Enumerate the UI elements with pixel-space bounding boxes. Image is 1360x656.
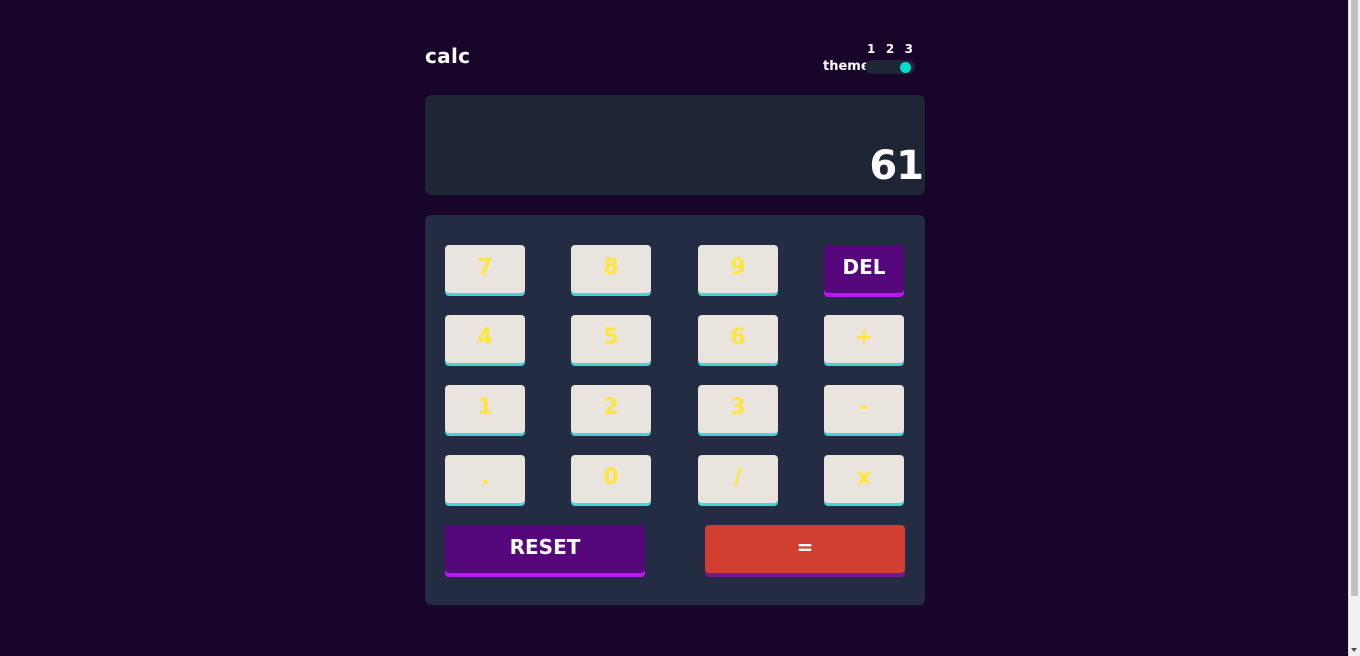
- theme-switcher[interactable]: theme 1 2 3: [815, 42, 925, 78]
- key-1[interactable]: 1: [445, 385, 525, 433]
- theme-option-3[interactable]: 3: [905, 42, 913, 56]
- theme-label: theme: [823, 59, 870, 74]
- logo: calc: [425, 44, 471, 68]
- display-screen: 61: [425, 95, 925, 195]
- theme-option-1[interactable]: 1: [867, 42, 875, 56]
- key-4[interactable]: 4: [445, 315, 525, 363]
- delete-button[interactable]: DEL: [824, 245, 904, 293]
- key-7[interactable]: 7: [445, 245, 525, 293]
- key-plus[interactable]: +: [824, 315, 904, 363]
- key-8[interactable]: 8: [571, 245, 651, 293]
- key-multiply[interactable]: x: [824, 455, 904, 503]
- scroll-down-arrow-icon[interactable]: [1351, 648, 1357, 652]
- key-9[interactable]: 9: [698, 245, 778, 293]
- theme-numbers: 1 2 3: [865, 42, 915, 56]
- theme-toggle-knob[interactable]: [900, 61, 911, 73]
- key-6[interactable]: 6: [698, 315, 778, 363]
- calculator: calc theme 1 2 3 61 7 8 9 DEL 4 5 6 + 1 …: [425, 40, 925, 605]
- key-5[interactable]: 5: [571, 315, 651, 363]
- reset-button[interactable]: RESET: [445, 525, 645, 573]
- equals-button[interactable]: =: [705, 525, 905, 573]
- theme-toggle-track[interactable]: [865, 60, 915, 74]
- key-0[interactable]: 0: [571, 455, 651, 503]
- key-minus[interactable]: -: [824, 385, 904, 433]
- vertical-scrollbar[interactable]: [1348, 0, 1360, 656]
- key-2[interactable]: 2: [571, 385, 651, 433]
- keypad: 7 8 9 DEL 4 5 6 + 1 2 3 - . 0 / x RESET …: [425, 215, 925, 605]
- key-decimal[interactable]: .: [445, 455, 525, 503]
- scrollbar-thumb[interactable]: [1351, 0, 1358, 596]
- key-divide[interactable]: /: [698, 455, 778, 503]
- key-3[interactable]: 3: [698, 385, 778, 433]
- header: calc theme 1 2 3: [425, 40, 925, 85]
- display-value: 61: [869, 143, 924, 189]
- theme-option-2[interactable]: 2: [886, 42, 894, 56]
